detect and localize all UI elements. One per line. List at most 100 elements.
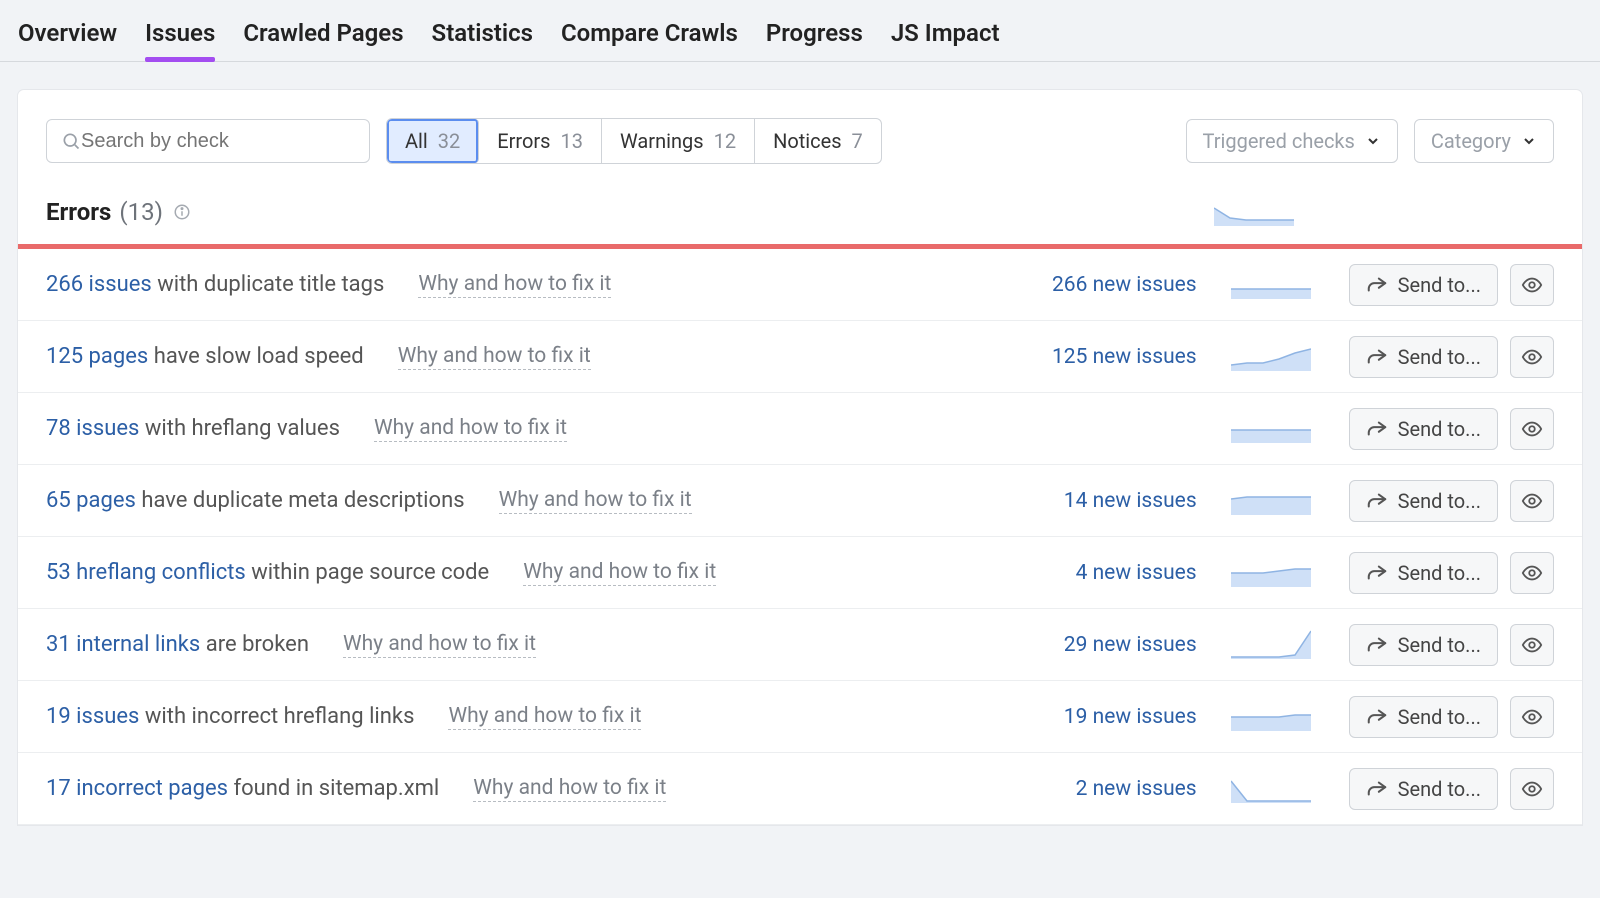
- issue-text[interactable]: 17 incorrect pages found in sitemap.xml: [46, 776, 439, 801]
- forward-icon: [1366, 562, 1388, 584]
- new-issues-count[interactable]: 29 new issues: [997, 633, 1197, 657]
- eye-icon: [1521, 706, 1543, 728]
- view-button[interactable]: [1510, 768, 1554, 810]
- segment-count: 7: [852, 129, 863, 153]
- view-button[interactable]: [1510, 624, 1554, 666]
- send-to-button[interactable]: Send to...: [1349, 624, 1498, 666]
- forward-icon: [1366, 346, 1388, 368]
- segment-warnings[interactable]: Warnings12: [602, 119, 755, 163]
- send-to-button[interactable]: Send to...: [1349, 408, 1498, 450]
- view-button[interactable]: [1510, 696, 1554, 738]
- why-how-fix-link[interactable]: Why and how to fix it: [523, 560, 716, 586]
- view-button[interactable]: [1510, 552, 1554, 594]
- trend-sparkline: [1231, 771, 1315, 807]
- issue-count-link[interactable]: 65 pages: [46, 488, 136, 513]
- new-issues-count[interactable]: 14 new issues: [997, 489, 1197, 513]
- issue-row: 125 pages have slow load speed Why and ho…: [18, 321, 1582, 393]
- forward-icon: [1366, 274, 1388, 296]
- view-button[interactable]: [1510, 336, 1554, 378]
- why-how-fix-link[interactable]: Why and how to fix it: [448, 704, 641, 730]
- why-how-fix-link[interactable]: Why and how to fix it: [499, 488, 692, 514]
- search-input-wrap[interactable]: [46, 119, 370, 163]
- tab-statistics[interactable]: Statistics: [432, 19, 533, 61]
- issue-row: 19 issues with incorrect hreflang links W…: [18, 681, 1582, 753]
- issue-text[interactable]: 266 issues with duplicate title tags: [46, 272, 384, 297]
- send-to-label: Send to...: [1398, 345, 1481, 369]
- tab-js-impact[interactable]: JS Impact: [891, 19, 1000, 61]
- tab-compare-crawls[interactable]: Compare Crawls: [561, 19, 738, 61]
- search-input[interactable]: [81, 130, 355, 153]
- forward-icon: [1366, 634, 1388, 656]
- trend-sparkline: [1231, 339, 1315, 375]
- issue-text[interactable]: 65 pages have duplicate meta description…: [46, 488, 465, 513]
- new-issues-count[interactable]: 19 new issues: [997, 705, 1197, 729]
- segment-count: 13: [561, 129, 583, 153]
- send-to-button[interactable]: Send to...: [1349, 768, 1498, 810]
- view-button[interactable]: [1510, 264, 1554, 306]
- info-icon[interactable]: [173, 203, 191, 221]
- eye-icon: [1521, 274, 1543, 296]
- segment-count: 32: [438, 129, 460, 153]
- tab-progress[interactable]: Progress: [766, 19, 863, 61]
- tab-issues[interactable]: Issues: [145, 19, 215, 61]
- new-issues-count[interactable]: 266 new issues: [997, 273, 1197, 297]
- eye-icon: [1521, 490, 1543, 512]
- forward-icon: [1366, 418, 1388, 440]
- issue-row: 31 internal links are broken Why and how …: [18, 609, 1582, 681]
- issue-count-link[interactable]: 53 hreflang conflicts: [46, 560, 246, 585]
- issue-count-link[interactable]: 17 incorrect pages: [46, 776, 228, 801]
- issue-text[interactable]: 19 issues with incorrect hreflang links: [46, 704, 414, 729]
- issue-count-link[interactable]: 31 internal links: [46, 632, 200, 657]
- segment-label: Errors: [497, 129, 550, 153]
- new-issues-count[interactable]: 4 new issues: [997, 561, 1197, 585]
- trend-sparkline: [1231, 411, 1315, 447]
- issue-text[interactable]: 125 pages have slow load speed: [46, 344, 364, 369]
- why-how-fix-link[interactable]: Why and how to fix it: [374, 416, 567, 442]
- view-button[interactable]: [1510, 480, 1554, 522]
- tab-overview[interactable]: Overview: [18, 19, 117, 61]
- send-to-label: Send to...: [1398, 705, 1481, 729]
- send-to-button[interactable]: Send to...: [1349, 552, 1498, 594]
- send-to-button[interactable]: Send to...: [1349, 480, 1498, 522]
- why-how-fix-link[interactable]: Why and how to fix it: [473, 776, 666, 802]
- issue-count-link[interactable]: 19 issues: [46, 704, 139, 729]
- send-to-button[interactable]: Send to...: [1349, 696, 1498, 738]
- segment-label: All: [405, 129, 428, 153]
- send-to-label: Send to...: [1398, 417, 1481, 441]
- new-issues-count[interactable]: 2 new issues: [997, 777, 1197, 801]
- segment-all[interactable]: All 32: [387, 119, 479, 163]
- why-how-fix-link[interactable]: Why and how to fix it: [398, 344, 591, 370]
- new-issues-count[interactable]: 125 new issues: [997, 345, 1197, 369]
- send-to-label: Send to...: [1398, 633, 1481, 657]
- category-dropdown[interactable]: Category: [1414, 119, 1554, 163]
- issue-text[interactable]: 53 hreflang conflicts within page source…: [46, 560, 489, 585]
- issue-type-segments: All 32 Errors 13 Warnings12Notices7: [386, 118, 882, 164]
- tab-crawled-pages[interactable]: Crawled Pages: [243, 19, 403, 61]
- send-to-button[interactable]: Send to...: [1349, 264, 1498, 306]
- issue-text[interactable]: 78 issues with hreflang values: [46, 416, 340, 441]
- chevron-down-icon: [1521, 133, 1537, 149]
- eye-icon: [1521, 778, 1543, 800]
- why-how-fix-link[interactable]: Why and how to fix it: [343, 632, 536, 658]
- issue-row: 266 issues with duplicate title tags Why …: [18, 249, 1582, 321]
- segment-notices[interactable]: Notices7: [755, 119, 881, 163]
- trend-sparkline: [1231, 483, 1315, 519]
- trend-sparkline: [1231, 267, 1315, 303]
- view-button[interactable]: [1510, 408, 1554, 450]
- eye-icon: [1521, 634, 1543, 656]
- send-to-label: Send to...: [1398, 777, 1481, 801]
- send-to-label: Send to...: [1398, 561, 1481, 585]
- forward-icon: [1366, 778, 1388, 800]
- eye-icon: [1521, 346, 1543, 368]
- forward-icon: [1366, 706, 1388, 728]
- issue-row: 78 issues with hreflang values Why and ho…: [18, 393, 1582, 465]
- triggered-checks-dropdown[interactable]: Triggered checks: [1186, 119, 1398, 163]
- why-how-fix-link[interactable]: Why and how to fix it: [418, 272, 611, 298]
- segment-errors[interactable]: Errors 13: [479, 119, 602, 163]
- issue-count-link[interactable]: 125 pages: [46, 344, 148, 369]
- forward-icon: [1366, 490, 1388, 512]
- issue-count-link[interactable]: 78 issues: [46, 416, 139, 441]
- issue-text[interactable]: 31 internal links are broken: [46, 632, 309, 657]
- issue-count-link[interactable]: 266 issues: [46, 272, 152, 297]
- send-to-button[interactable]: Send to...: [1349, 336, 1498, 378]
